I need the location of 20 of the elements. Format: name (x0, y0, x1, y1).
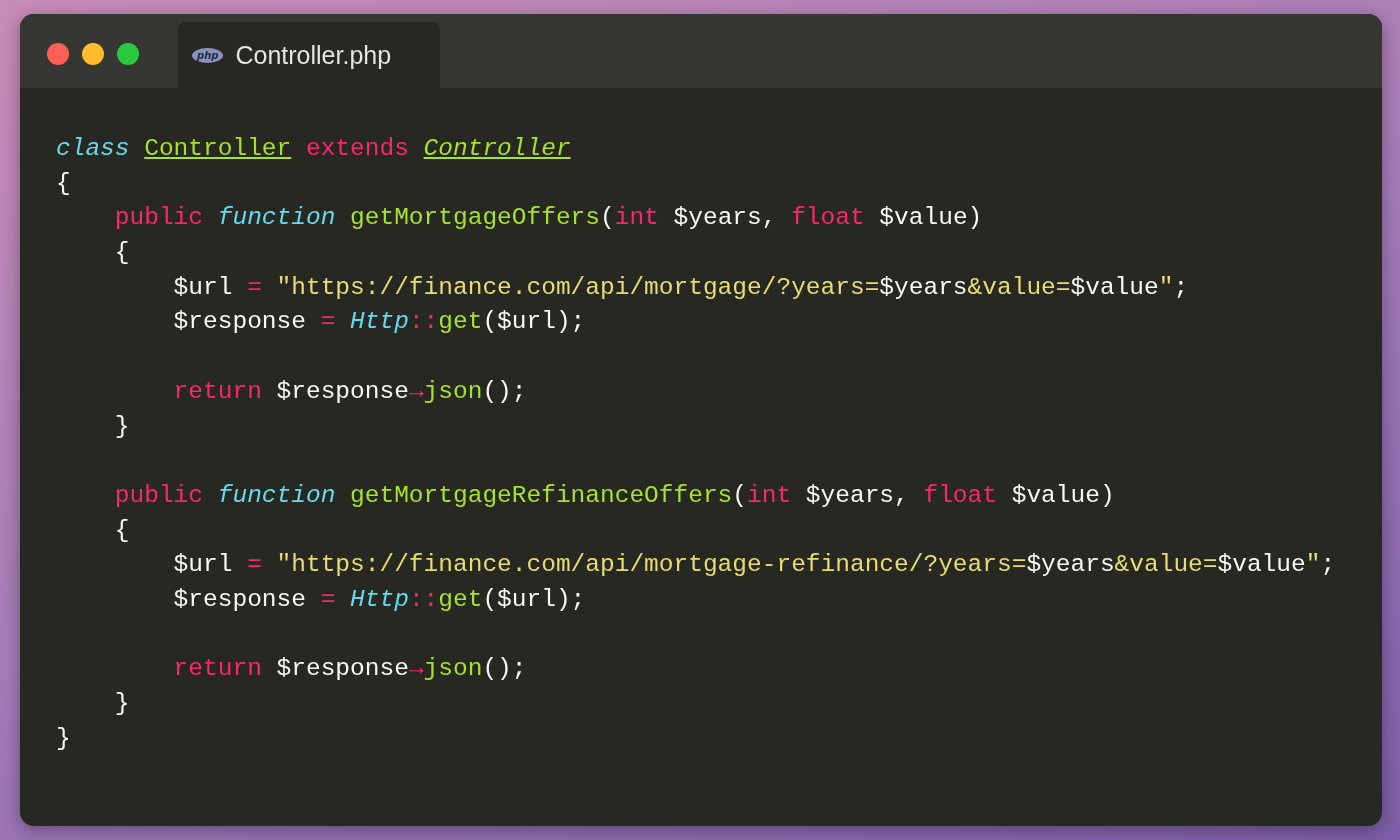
code-line: $url = "https://finance.com/api/mortgage/?years=$years&value=$value"; (172, 272, 1189, 303)
code-line: } (113, 689, 130, 719)
code-line: $url = "https://finance.com/api/mortgage-refinance/?years=$years&value=$value"; (172, 550, 1336, 581)
code-line: $response = Http::get($url); (172, 584, 586, 615)
code-line: $response = Http::get($url); (172, 307, 586, 338)
code-line: public function getMortgageOffers(int $years, float $value) (113, 203, 983, 234)
window-control-button[interactable] (117, 43, 139, 65)
php-logo-icon: php (192, 47, 224, 63)
code-line: return $response→json(); (172, 654, 527, 685)
window-control-button[interactable] (82, 43, 104, 65)
code-line: return $response→json(); (172, 376, 527, 407)
code-line: } (113, 411, 130, 442)
window-control-button[interactable] (47, 43, 69, 65)
code-line: } (56, 723, 71, 754)
code-line: { (56, 168, 71, 199)
code-line: class Controller extends Controller (56, 134, 571, 164)
file-tab[interactable]: php Controller.php (178, 22, 440, 88)
code-line: public function getMortgageRefinanceOffers(int $years, float $value) (113, 480, 1115, 511)
code-line: { (113, 238, 130, 269)
code-line: { (113, 515, 130, 546)
